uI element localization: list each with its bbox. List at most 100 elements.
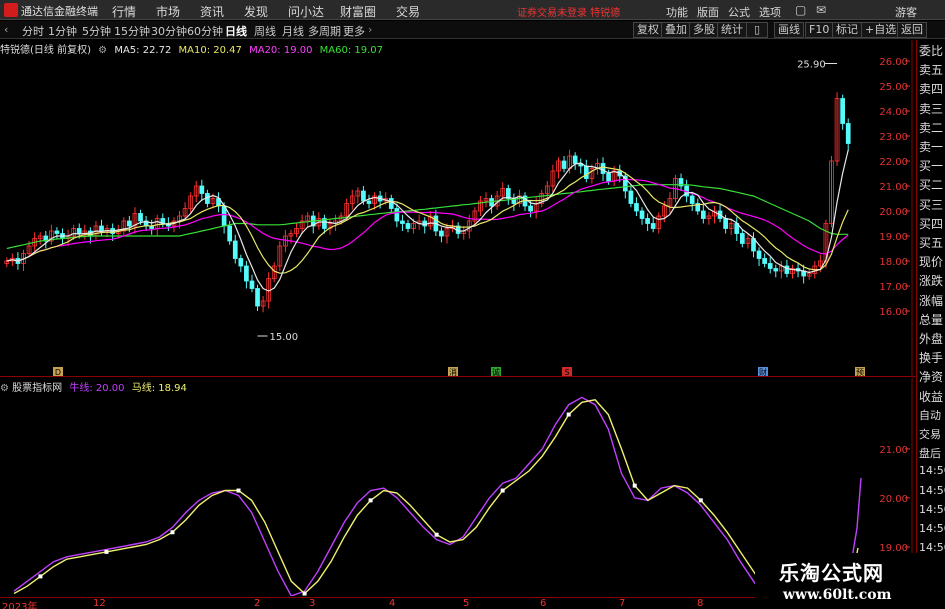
niu-line xyxy=(13,396,765,596)
x-label: 12 xyxy=(93,598,106,609)
login-notice[interactable]: 证券交易未登录 特锐德 xyxy=(517,4,620,19)
menu-wenxiaoda[interactable]: 问小达 xyxy=(288,3,324,20)
candle-down xyxy=(723,218,728,229)
candle-down xyxy=(767,263,773,269)
right-quote-panel: 委比 卖五 卖四 卖三 卖二 卖一 买一 买二 买三 买四 买五 现价 涨跌 涨幅 总量 外盘 换手 净资 收益 自动… xyxy=(916,40,945,609)
price-axis-label: 24.00 xyxy=(879,107,908,118)
quote-field-label: 净资 xyxy=(919,370,944,385)
title-bar: 通达信金融终端 行情 市场 资讯 发现 问小达 财富圈 交易 证券交易未登录 特… xyxy=(0,0,945,20)
candle-down xyxy=(773,268,779,272)
period-1min[interactable]: 1分钟 xyxy=(48,23,77,39)
candle-down xyxy=(650,223,656,229)
candle-down xyxy=(394,208,400,222)
quote-field-label: 买五 xyxy=(919,236,944,250)
candle-down xyxy=(99,225,104,232)
event-marker-label: 预 xyxy=(856,367,864,376)
x-label: 5 xyxy=(463,598,470,609)
indicator-name: 股票指标网 xyxy=(12,383,63,394)
menu-caifuquan[interactable]: 财富圈 xyxy=(340,3,376,20)
main-legend: 特锐德(日线 前复权) ⚙ MA5: 22.72 MA10: 20.47 MA2… xyxy=(0,41,387,56)
watermark-title: 乐淘公式网 xyxy=(779,561,884,585)
candle-down xyxy=(762,258,767,264)
x-label: 8 xyxy=(697,598,704,609)
menu-zixun[interactable]: 资讯 xyxy=(200,3,224,20)
candle-down xyxy=(583,165,589,179)
btn-biaoji[interactable]: 标记 xyxy=(832,22,862,38)
watermark-url: www.60lt.com xyxy=(783,587,892,603)
candle-down xyxy=(840,98,845,124)
ma-label: 马线: 18.94 xyxy=(131,383,187,394)
quote-field-label: 自动 xyxy=(919,408,941,422)
x-label: 6 xyxy=(540,598,547,609)
skin-icon[interactable]: ▢ xyxy=(795,3,806,17)
quote-field-label: 换手 xyxy=(919,351,944,366)
btn-f10[interactable]: F10 xyxy=(805,22,834,38)
btn-fuquan[interactable]: 复权 xyxy=(633,22,663,38)
btn-diejia[interactable]: 叠加 xyxy=(661,22,691,38)
x-label: 3 xyxy=(309,598,316,609)
menu-shichang[interactable]: 市场 xyxy=(156,3,180,20)
period-15min[interactable]: 15分钟 xyxy=(114,23,150,39)
candle-down xyxy=(366,200,372,204)
period-more[interactable]: 更多 xyxy=(343,23,365,39)
candle-down xyxy=(249,280,255,289)
price-axis-label: 16.00 xyxy=(879,307,908,318)
menu-gongneng[interactable]: 功能 xyxy=(666,4,688,20)
period-monthly[interactable]: 月线 xyxy=(282,23,304,39)
price-axis-label: 19.00 xyxy=(879,232,908,243)
x-label: 2023年 xyxy=(2,602,38,609)
quote-field-label: 盘后 xyxy=(919,447,941,461)
btn-fanhui[interactable]: 返回 xyxy=(897,22,927,38)
btn-tongji[interactable]: 统计 xyxy=(717,22,747,38)
menu-hangqing[interactable]: 行情 xyxy=(112,3,136,20)
watermark: 乐淘公式网 www.60lt.com xyxy=(755,553,945,609)
candle-down xyxy=(199,185,205,194)
menu-gongshi[interactable]: 公式 xyxy=(728,4,750,20)
x-label: 2 xyxy=(254,598,261,609)
settings-icon[interactable]: ⚙ xyxy=(0,383,9,394)
candle-down xyxy=(227,225,233,242)
quote-field-label: 卖四 xyxy=(919,82,944,97)
period-weekly[interactable]: 周线 xyxy=(254,23,276,39)
menu-banmian[interactable]: 版面 xyxy=(697,4,719,20)
toolbar-back-icon[interactable]: ‹ xyxy=(4,23,8,36)
candle-down xyxy=(244,265,249,282)
period-daily[interactable]: 日线 xyxy=(225,23,247,39)
menu-jiaoyi[interactable]: 交易 xyxy=(396,3,420,20)
signal-dot xyxy=(632,483,637,488)
guest-label[interactable]: 游客 xyxy=(895,4,917,20)
signal-dot xyxy=(698,498,703,503)
period-fenshi[interactable]: 分时 xyxy=(22,23,44,39)
quote-field-label: 卖一 xyxy=(919,140,944,154)
ma5-label: MA5: 22.72 xyxy=(114,45,172,56)
btn-huaxian[interactable]: 画线 xyxy=(774,22,804,38)
btn-zixuan[interactable]: +自选 xyxy=(861,22,901,38)
quote-field-label: 买三 xyxy=(919,197,944,212)
signal-dot xyxy=(236,488,241,493)
ma10-label: MA10: 20.47 xyxy=(178,45,242,56)
signal-dot xyxy=(434,532,439,537)
more-arrow-icon[interactable]: › xyxy=(368,23,372,36)
quote-field-label: 卖三 xyxy=(919,101,944,116)
quote-field-label: 涨幅 xyxy=(919,293,944,308)
message-icon[interactable]: ✉ xyxy=(816,3,826,17)
menu-faxian[interactable]: 发现 xyxy=(244,3,268,20)
settings-icon[interactable]: ⚙ xyxy=(98,45,107,56)
period-5min[interactable]: 5分钟 xyxy=(82,23,111,39)
quote-field-label: 14:50 xyxy=(919,483,945,497)
candle-down xyxy=(232,240,238,259)
niu-label: 牛线: 20.00 xyxy=(69,383,125,394)
btn-scroll-icon[interactable]: ▯ xyxy=(746,22,768,38)
pane-divider[interactable] xyxy=(0,376,916,377)
candle-down xyxy=(561,160,567,169)
candle-down xyxy=(689,195,695,204)
event-marker-label: S xyxy=(564,368,569,376)
period-30min[interactable]: 30分钟 xyxy=(151,23,187,39)
candle-down xyxy=(700,210,706,219)
period-60min[interactable]: 60分钟 xyxy=(187,23,223,39)
signal-dot xyxy=(170,530,175,535)
period-multi[interactable]: 多周期 xyxy=(308,23,341,39)
btn-duogu[interactable]: 多股 xyxy=(689,22,719,38)
kline-chart[interactable]: 26.00 25.00 24.00 23.00 22.00 21.00 20.00 19.00… xyxy=(0,40,916,376)
menu-xuanxiang[interactable]: 选项 xyxy=(759,4,781,20)
